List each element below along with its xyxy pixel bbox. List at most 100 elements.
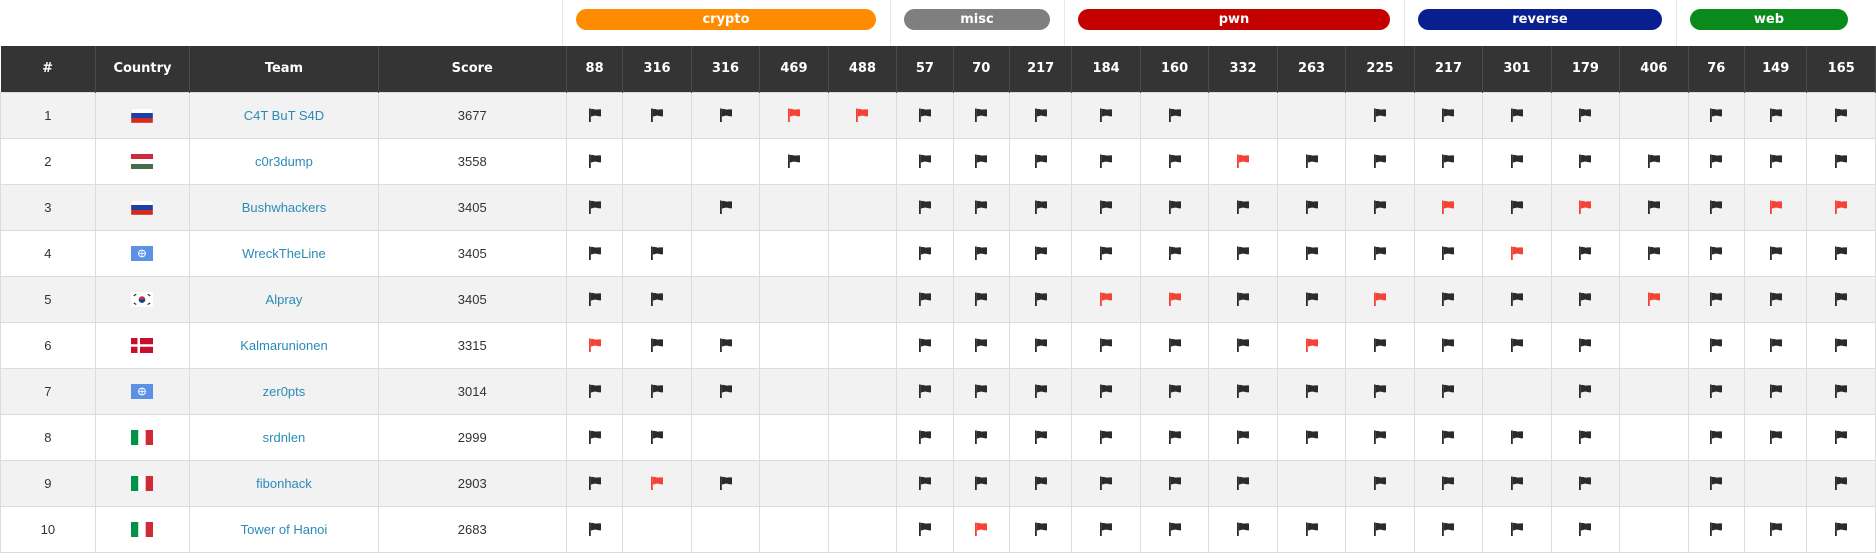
first-blood-flag-icon[interactable] (1646, 291, 1662, 307)
solved-flag-icon[interactable] (917, 153, 933, 169)
solved-flag-icon[interactable] (1440, 107, 1456, 123)
solved-flag-icon[interactable] (1440, 521, 1456, 537)
solved-flag-icon[interactable] (1304, 245, 1320, 261)
solved-flag-icon[interactable] (1372, 337, 1388, 353)
solved-flag-icon[interactable] (1098, 245, 1114, 261)
solved-flag-icon[interactable] (587, 107, 603, 123)
solved-flag-icon[interactable] (1577, 153, 1593, 169)
category-pill-crypto[interactable]: crypto (576, 9, 876, 30)
team-link[interactable]: fibonhack (256, 476, 312, 491)
solved-flag-icon[interactable] (1167, 199, 1183, 215)
solved-flag-icon[interactable] (973, 383, 989, 399)
solved-flag-icon[interactable] (1033, 153, 1049, 169)
solved-flag-icon[interactable] (973, 245, 989, 261)
first-blood-flag-icon[interactable] (649, 475, 665, 491)
solved-flag-icon[interactable] (917, 337, 933, 353)
solved-flag-icon[interactable] (1708, 337, 1724, 353)
solved-flag-icon[interactable] (1833, 107, 1849, 123)
solved-flag-icon[interactable] (587, 475, 603, 491)
solved-flag-icon[interactable] (1509, 521, 1525, 537)
solved-flag-icon[interactable] (1833, 475, 1849, 491)
solved-flag-icon[interactable] (1235, 291, 1251, 307)
solved-flag-icon[interactable] (587, 245, 603, 261)
solved-flag-icon[interactable] (1833, 429, 1849, 445)
challenge-header-reverse[interactable]: 406 (1619, 46, 1689, 92)
solved-flag-icon[interactable] (649, 429, 665, 445)
category-pill-misc[interactable]: misc (904, 9, 1050, 30)
solved-flag-icon[interactable] (1304, 429, 1320, 445)
solved-flag-icon[interactable] (1833, 245, 1849, 261)
challenge-header-pwn[interactable]: 160 (1140, 46, 1210, 92)
solved-flag-icon[interactable] (587, 383, 603, 399)
solved-flag-icon[interactable] (1098, 429, 1114, 445)
solved-flag-icon[interactable] (649, 337, 665, 353)
solved-flag-icon[interactable] (1304, 521, 1320, 537)
solved-flag-icon[interactable] (1768, 337, 1784, 353)
solved-flag-icon[interactable] (1167, 153, 1183, 169)
solved-flag-icon[interactable] (1577, 291, 1593, 307)
solved-flag-icon[interactable] (1708, 107, 1724, 123)
solved-flag-icon[interactable] (649, 107, 665, 123)
category-pill-pwn[interactable]: pwn (1078, 9, 1390, 30)
challenge-header-misc[interactable]: 57 (896, 46, 954, 92)
solved-flag-icon[interactable] (1509, 107, 1525, 123)
solved-flag-icon[interactable] (1708, 521, 1724, 537)
solved-flag-icon[interactable] (1577, 429, 1593, 445)
solved-flag-icon[interactable] (649, 291, 665, 307)
solved-flag-icon[interactable] (917, 429, 933, 445)
solved-flag-icon[interactable] (1768, 107, 1784, 123)
solved-flag-icon[interactable] (1708, 153, 1724, 169)
solved-flag-icon[interactable] (1708, 291, 1724, 307)
solved-flag-icon[interactable] (587, 521, 603, 537)
solved-flag-icon[interactable] (1167, 521, 1183, 537)
solved-flag-icon[interactable] (1440, 153, 1456, 169)
team-link[interactable]: c0r3dump (255, 154, 313, 169)
solved-flag-icon[interactable] (1304, 291, 1320, 307)
solved-flag-icon[interactable] (1235, 199, 1251, 215)
solved-flag-icon[interactable] (786, 153, 802, 169)
team-link[interactable]: srdnlen (263, 430, 306, 445)
solved-flag-icon[interactable] (1372, 429, 1388, 445)
solved-flag-icon[interactable] (973, 291, 989, 307)
solved-flag-icon[interactable] (1768, 429, 1784, 445)
solved-flag-icon[interactable] (1372, 245, 1388, 261)
solved-flag-icon[interactable] (1304, 383, 1320, 399)
solved-flag-icon[interactable] (1098, 383, 1114, 399)
solved-flag-icon[interactable] (1098, 199, 1114, 215)
solved-flag-icon[interactable] (1509, 291, 1525, 307)
solved-flag-icon[interactable] (718, 199, 734, 215)
challenge-header-pwn[interactable]: 184 (1071, 46, 1141, 92)
first-blood-flag-icon[interactable] (1372, 291, 1388, 307)
challenge-header-misc[interactable]: 217 (1009, 46, 1073, 92)
solved-flag-icon[interactable] (1708, 429, 1724, 445)
first-blood-flag-icon[interactable] (973, 521, 989, 537)
solved-flag-icon[interactable] (1646, 245, 1662, 261)
solved-flag-icon[interactable] (973, 475, 989, 491)
solved-flag-icon[interactable] (1033, 199, 1049, 215)
solved-flag-icon[interactable] (1768, 291, 1784, 307)
challenge-header-reverse[interactable]: 217 (1414, 46, 1484, 92)
solved-flag-icon[interactable] (1577, 475, 1593, 491)
solved-flag-icon[interactable] (1167, 383, 1183, 399)
solved-flag-icon[interactable] (1440, 337, 1456, 353)
solved-flag-icon[interactable] (1509, 475, 1525, 491)
solved-flag-icon[interactable] (1768, 153, 1784, 169)
solved-flag-icon[interactable] (1577, 245, 1593, 261)
solved-flag-icon[interactable] (1440, 291, 1456, 307)
solved-flag-icon[interactable] (917, 245, 933, 261)
solved-flag-icon[interactable] (1235, 383, 1251, 399)
solved-flag-icon[interactable] (1033, 337, 1049, 353)
solved-flag-icon[interactable] (1509, 153, 1525, 169)
solved-flag-icon[interactable] (1646, 199, 1662, 215)
solved-flag-icon[interactable] (1833, 337, 1849, 353)
solved-flag-icon[interactable] (587, 429, 603, 445)
solved-flag-icon[interactable] (1372, 383, 1388, 399)
solved-flag-icon[interactable] (1033, 429, 1049, 445)
first-blood-flag-icon[interactable] (854, 107, 870, 123)
first-blood-flag-icon[interactable] (1098, 291, 1114, 307)
challenge-header-pwn[interactable]: 225 (1345, 46, 1415, 92)
first-blood-flag-icon[interactable] (1167, 291, 1183, 307)
solved-flag-icon[interactable] (1372, 199, 1388, 215)
challenge-header-reverse[interactable]: 179 (1551, 46, 1621, 92)
solved-flag-icon[interactable] (718, 337, 734, 353)
